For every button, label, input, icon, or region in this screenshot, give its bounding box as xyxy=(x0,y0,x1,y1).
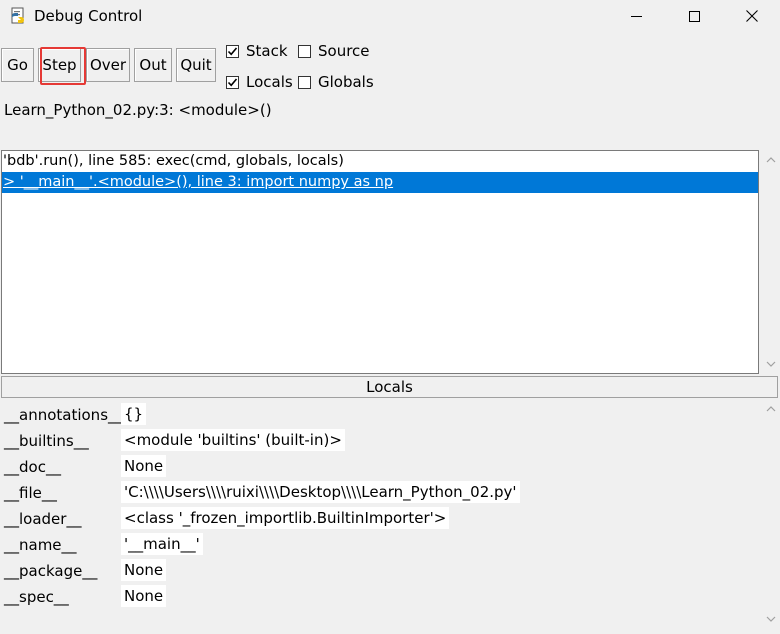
variable-name: __name__ xyxy=(4,536,77,554)
stack-frame-selected[interactable]: > '__main__'.<module>(), line 3: import … xyxy=(2,172,758,193)
check-icon xyxy=(227,77,238,86)
stack-frame[interactable]: 'bdb'.run(), line 585: exec(cmd, globals… xyxy=(2,151,758,172)
scroll-up-arrow[interactable] xyxy=(761,152,780,168)
chevron-up-icon xyxy=(766,406,775,412)
over-button[interactable]: Over xyxy=(86,48,130,82)
variable-value[interactable]: '__main__' xyxy=(121,533,203,555)
variable-row: __package__ None xyxy=(0,558,760,584)
variable-row: __doc__ None xyxy=(0,454,760,480)
locals-scrollbar[interactable] xyxy=(761,399,780,629)
checkbox-box xyxy=(226,75,239,89)
go-button[interactable]: Go xyxy=(1,48,34,82)
scroll-up-arrow[interactable] xyxy=(761,401,780,417)
stack-scrollbar[interactable] xyxy=(761,150,780,374)
status-line: Learn_Python_02.py:3: <module>() xyxy=(4,101,272,119)
variable-row: __loader__ <class '_frozen_importlib.Bui… xyxy=(0,506,760,532)
locals-checkbox[interactable]: Locals xyxy=(226,73,293,91)
chevron-down-icon xyxy=(766,616,775,622)
variable-name: __builtins__ xyxy=(4,432,89,450)
window-title: Debug Control xyxy=(34,7,143,25)
variable-value[interactable]: {} xyxy=(121,403,147,425)
maximize-icon xyxy=(688,10,700,22)
out-button[interactable]: Out xyxy=(134,48,172,82)
locals-checkbox-label: Locals xyxy=(246,73,293,91)
variable-name: __spec__ xyxy=(4,588,69,606)
check-icon xyxy=(227,46,238,55)
minimize-icon xyxy=(630,15,642,17)
checkbox-box xyxy=(298,75,311,89)
variable-row: __name__ '__main__' xyxy=(0,532,760,558)
close-button[interactable] xyxy=(729,0,775,32)
globals-checkbox-label: Globals xyxy=(318,73,374,91)
title-bar: Debug Control xyxy=(0,0,780,34)
source-checkbox-label: Source xyxy=(318,42,370,60)
stack-list[interactable]: 'bdb'.run(), line 585: exec(cmd, globals… xyxy=(1,150,759,374)
scroll-down-arrow[interactable] xyxy=(761,356,780,372)
variable-value[interactable]: None xyxy=(121,585,167,607)
scroll-down-arrow[interactable] xyxy=(761,611,780,627)
variable-name: __file__ xyxy=(4,484,57,502)
variable-value[interactable]: <class '_frozen_importlib.BuiltinImporte… xyxy=(121,507,450,529)
checkbox-box xyxy=(298,44,311,58)
variable-row: __file__ 'C:\\\\Users\\\\ruixi\\\\Deskto… xyxy=(0,480,760,506)
variable-value[interactable]: None xyxy=(121,559,167,581)
step-button[interactable]: Step xyxy=(38,48,81,82)
stack-checkbox-label: Stack xyxy=(246,42,288,60)
variable-name: __loader__ xyxy=(4,510,82,528)
variable-value[interactable]: None xyxy=(121,455,167,477)
locals-list: __annotations__ {} __builtins__ <module … xyxy=(0,399,760,629)
checkbox-box xyxy=(226,44,239,58)
variable-value[interactable]: 'C:\\\\Users\\\\ruixi\\\\Desktop\\\\Lear… xyxy=(121,481,520,503)
python-idle-icon xyxy=(11,7,24,24)
source-checkbox[interactable]: Source xyxy=(298,42,370,60)
variable-row: __annotations__ {} xyxy=(0,402,760,428)
maximize-button[interactable] xyxy=(671,0,717,32)
chevron-down-icon xyxy=(766,361,775,367)
stack-frame-text: > '__main__'.<module>(), line 3: import … xyxy=(3,174,394,190)
globals-checkbox[interactable]: Globals xyxy=(298,73,374,91)
variable-name: __doc__ xyxy=(4,458,61,476)
close-icon xyxy=(746,10,758,22)
quit-button[interactable]: Quit xyxy=(176,48,216,82)
variable-row: __spec__ None xyxy=(0,584,760,610)
stack-frame-text: 'bdb'.run(), line 585: exec(cmd, globals… xyxy=(3,153,344,169)
locals-header: Locals xyxy=(1,376,778,398)
variable-name: __annotations__ xyxy=(4,406,124,424)
variable-row: __builtins__ <module 'builtins' (built-i… xyxy=(0,428,760,454)
variable-value[interactable]: <module 'builtins' (built-in)> xyxy=(121,429,345,451)
variable-name: __package__ xyxy=(4,562,98,580)
chevron-up-icon xyxy=(766,157,775,163)
stack-checkbox[interactable]: Stack xyxy=(226,42,288,60)
minimize-button[interactable] xyxy=(613,0,659,32)
